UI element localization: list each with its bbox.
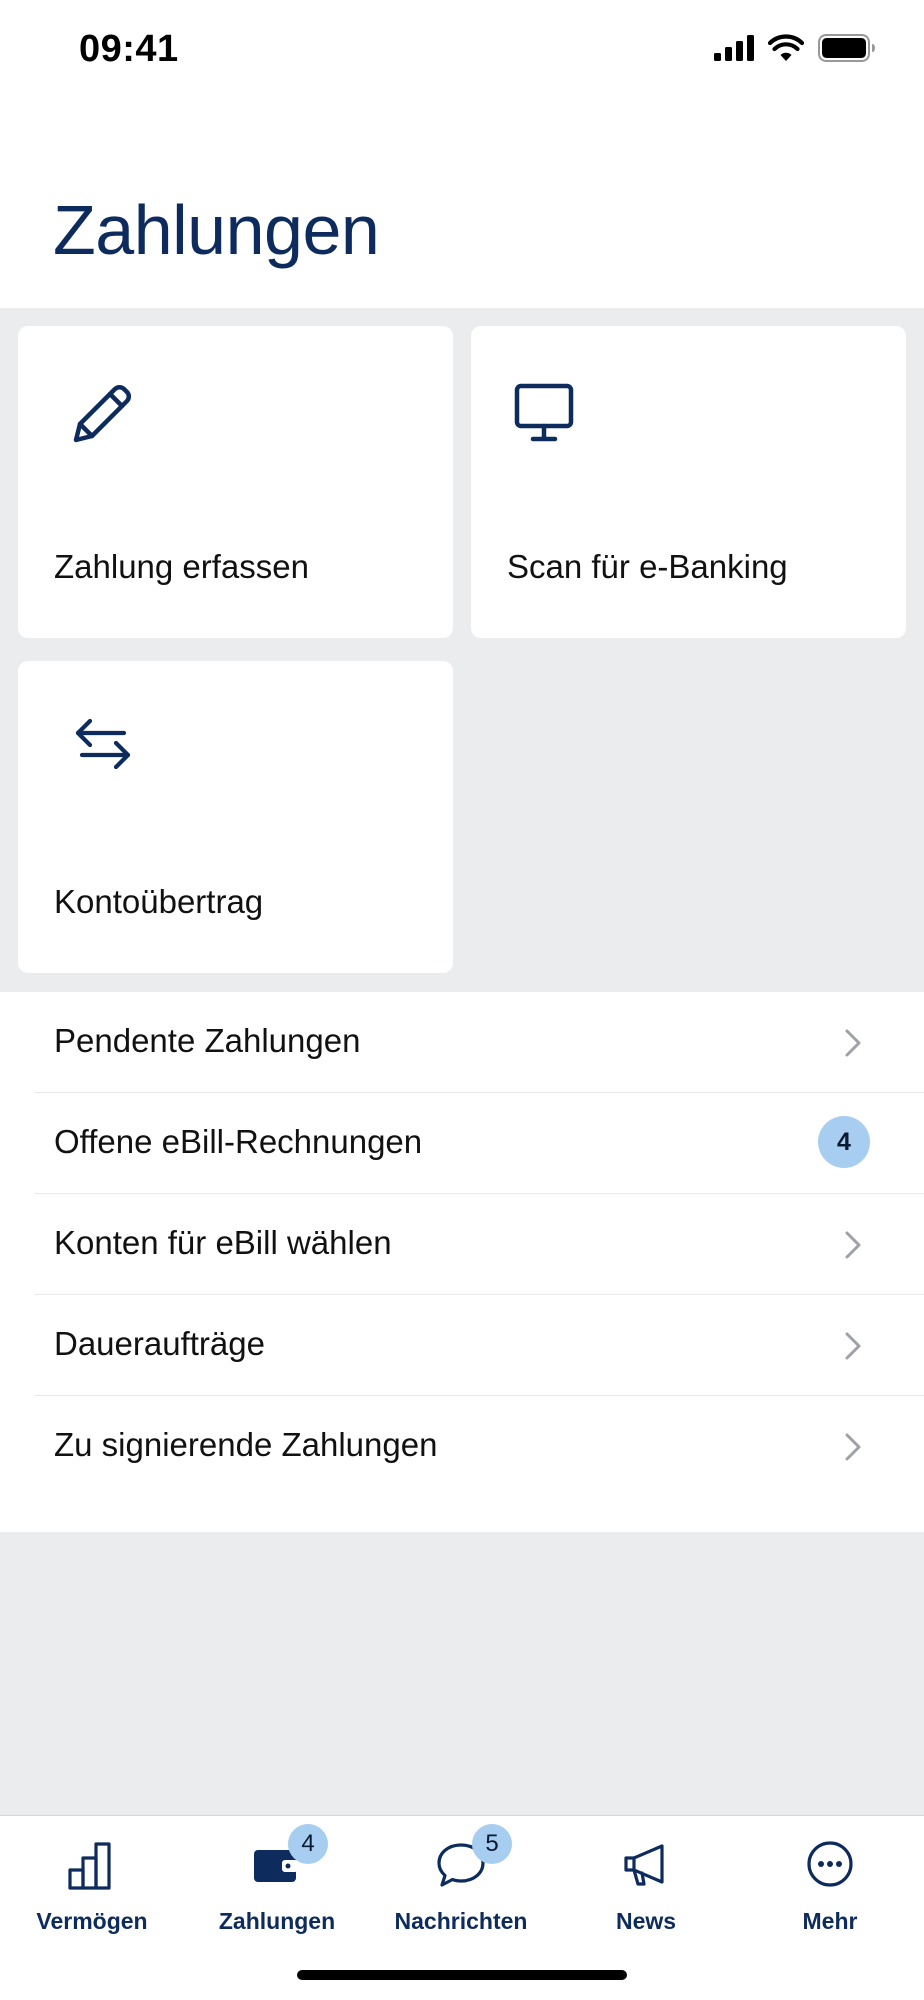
tab-vermoegen[interactable]: Vermögen xyxy=(0,1816,184,1946)
page-title: Zahlungen xyxy=(53,191,380,269)
megaphone-icon xyxy=(624,1844,664,1886)
list-item-label: Offene eBill-Rechnungen xyxy=(54,1123,423,1160)
more-icon xyxy=(807,1841,853,1887)
chevron-right-icon xyxy=(845,1231,861,1259)
list-item-label: Konten für eBill wählen xyxy=(54,1224,392,1261)
tab-badge: 5 xyxy=(472,1824,512,1864)
status-bar: 09:41 xyxy=(0,0,924,100)
count-badge: 4 xyxy=(818,1116,870,1168)
quick-actions-grid: Zahlung erfassen Scan für e-Banking Kont… xyxy=(0,308,924,992)
tab-label: Zahlungen xyxy=(218,1908,336,1934)
bar-chart-icon xyxy=(68,1842,111,1890)
tab-zahlungen[interactable]: 4 Zahlungen xyxy=(185,1816,369,1946)
tile-scan-ebanking[interactable]: Scan für e-Banking xyxy=(471,326,906,638)
monitor-icon xyxy=(514,383,574,442)
list-item-pendente-zahlungen[interactable]: Pendente Zahlungen xyxy=(34,992,924,1093)
tab-label: Mehr xyxy=(802,1908,858,1934)
chevron-right-icon xyxy=(845,1332,861,1360)
list-item-label: Daueraufträge xyxy=(54,1325,265,1362)
list-item-offene-ebill-rechnungen[interactable]: Offene eBill-Rechnungen 4 xyxy=(34,1093,924,1194)
tab-label: Nachrichten xyxy=(394,1908,528,1934)
list-item-zu-signierende-zahlungen[interactable]: Zu signierende Zahlungen xyxy=(34,1396,924,1497)
battery-icon xyxy=(818,34,875,62)
transfer-arrows-icon xyxy=(75,718,131,770)
chevron-right-icon xyxy=(845,1433,861,1461)
list-item-label: Pendente Zahlungen xyxy=(54,1022,361,1059)
tab-label: Vermögen xyxy=(36,1908,148,1934)
empty-background xyxy=(0,1532,924,1815)
cellular-signal-icon xyxy=(714,35,754,61)
tile-label: Zahlung erfassen xyxy=(54,548,309,585)
payments-screen: 09:41 Zahlungen Zahlung erfassen Scan fü… xyxy=(0,0,924,2000)
home-indicator xyxy=(297,1970,627,1980)
list-item-dauerauftraege[interactable]: Daueraufträge xyxy=(34,1295,924,1396)
list-item-label: Zu signierende Zahlungen xyxy=(54,1426,438,1463)
status-icons xyxy=(714,34,876,62)
tile-kontouebertrag[interactable]: Kontoübertrag xyxy=(18,661,453,973)
tile-label: Kontoübertrag xyxy=(54,883,264,920)
pencil-icon xyxy=(73,385,131,443)
tab-mehr[interactable]: Mehr xyxy=(738,1816,922,1946)
tile-zahlung-erfassen[interactable]: Zahlung erfassen xyxy=(18,326,453,638)
tab-news[interactable]: News xyxy=(554,1816,738,1946)
tab-label: News xyxy=(615,1908,677,1934)
payments-menu-list: Pendente Zahlungen Offene eBill-Rechnung… xyxy=(0,992,924,1532)
list-item-konten-fuer-ebill[interactable]: Konten für eBill wählen xyxy=(34,1194,924,1295)
wifi-icon xyxy=(768,34,804,61)
tile-label: Scan für e-Banking xyxy=(507,548,788,585)
tab-badge: 4 xyxy=(288,1824,328,1864)
chevron-right-icon xyxy=(845,1029,861,1057)
status-time: 09:41 xyxy=(79,28,179,70)
tab-nachrichten[interactable]: 5 Nachrichten xyxy=(369,1816,553,1946)
